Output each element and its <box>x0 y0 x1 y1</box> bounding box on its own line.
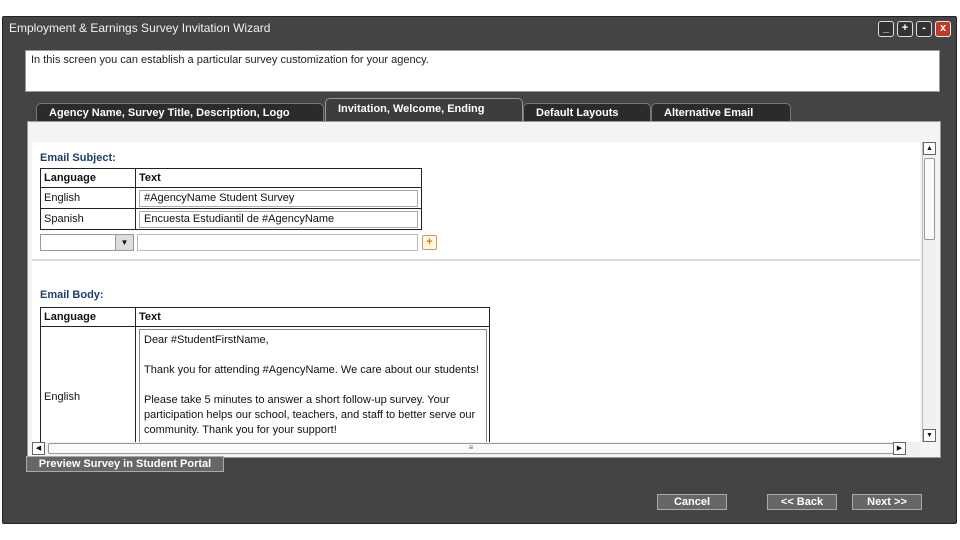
email-body-title: Email Body: <box>40 289 104 301</box>
tab-alternative-email[interactable]: Alternative Email <box>651 103 791 122</box>
text-cell[interactable]: Dear #StudentFirstName, Thank you for at… <box>135 326 490 442</box>
add-icon[interactable]: + <box>422 235 437 250</box>
scroll-right-icon[interactable]: ▶ <box>893 442 906 455</box>
email-subject-table: Language Text English #AgencyName Studen… <box>40 168 422 230</box>
scroll-down-icon[interactable]: ▼ <box>923 429 936 442</box>
table-row: English Dear #StudentFirstName, Thank yo… <box>40 326 490 442</box>
tab-label: Invitation, Welcome, Ending <box>338 103 485 115</box>
window-title: Employment & Earnings Survey Invitation … <box>9 21 271 35</box>
column-header-text: Text <box>135 168 422 188</box>
intro-text: In this screen you can establish a parti… <box>31 54 429 66</box>
scroll-content: Email Subject: Language Text English #Ag… <box>32 142 920 442</box>
language-cell: Spanish <box>40 208 136 230</box>
tab-panel: Email Subject: Language Text English #Ag… <box>27 121 941 458</box>
back-button[interactable]: << Back <box>767 494 837 510</box>
preview-survey-button[interactable]: Preview Survey in Student Portal <box>26 456 224 472</box>
maximize-icon[interactable]: + <box>897 21 913 37</box>
wizard-window: Employment & Earnings Survey Invitation … <box>2 16 957 524</box>
tab-agency-name[interactable]: Agency Name, Survey Title, Description, … <box>36 103 324 122</box>
scroll-left-icon[interactable]: ◀ <box>32 442 45 455</box>
horizontal-scrollbar[interactable]: ◀ ≡ ▶ <box>32 442 920 455</box>
language-cell: English <box>40 187 136 209</box>
email-body-section: Email Body: Language Text English Dear #… <box>32 262 920 442</box>
grip-icon: ≡ <box>468 443 474 452</box>
table-row: English #AgencyName Student Survey <box>40 187 422 209</box>
language-select[interactable]: ▼ <box>40 234 134 251</box>
column-header-language: Language <box>40 307 136 327</box>
vertical-scrollbar[interactable]: ▲ ▼ <box>922 142 936 442</box>
scroll-up-icon[interactable]: ▲ <box>923 142 936 155</box>
email-subject-title: Email Subject: <box>40 152 116 164</box>
body-text-area[interactable]: Dear #StudentFirstName, Thank you for at… <box>139 329 487 442</box>
text-cell[interactable]: #AgencyName Student Survey <box>135 187 422 209</box>
chevron-down-icon[interactable]: ▼ <box>115 235 133 250</box>
language-cell: English <box>40 326 136 442</box>
subject-text-field[interactable]: Encuesta Estudiantil de #AgencyName <box>139 210 418 228</box>
restore-icon[interactable]: - <box>916 21 932 37</box>
horizontal-scroll-thumb[interactable]: ≡ <box>48 443 894 454</box>
tab-label: Alternative Email <box>664 107 754 119</box>
cancel-button[interactable]: Cancel <box>657 494 727 510</box>
next-button[interactable]: Next >> <box>852 494 922 510</box>
minimize-icon[interactable]: _ <box>878 21 894 37</box>
section-divider <box>32 259 920 261</box>
column-header-text: Text <box>135 307 490 327</box>
intro-text-box: In this screen you can establish a parti… <box>25 50 940 92</box>
tab-default-layouts[interactable]: Default Layouts <box>523 103 651 122</box>
text-cell[interactable]: Encuesta Estudiantil de #AgencyName <box>135 208 422 230</box>
tab-label: Agency Name, Survey Title, Description, … <box>49 107 290 119</box>
tab-invitation-welcome-ending[interactable]: Invitation, Welcome, Ending <box>325 98 523 122</box>
subject-text-field[interactable]: #AgencyName Student Survey <box>139 189 418 207</box>
email-body-table: Language Text English Dear #StudentFirst… <box>40 307 490 442</box>
close-icon[interactable]: x <box>935 21 951 37</box>
new-subject-text-input[interactable] <box>137 234 418 251</box>
column-header-language: Language <box>40 168 136 188</box>
tab-label: Default Layouts <box>536 107 619 119</box>
email-subject-section: Email Subject: Language Text English #Ag… <box>32 142 920 282</box>
vertical-scroll-thumb[interactable] <box>924 158 935 240</box>
window-titlebar: Employment & Earnings Survey Invitation … <box>3 17 956 41</box>
window-controls: _ + - x <box>878 21 951 37</box>
table-row: Spanish Encuesta Estudiantil de #AgencyN… <box>40 208 422 230</box>
